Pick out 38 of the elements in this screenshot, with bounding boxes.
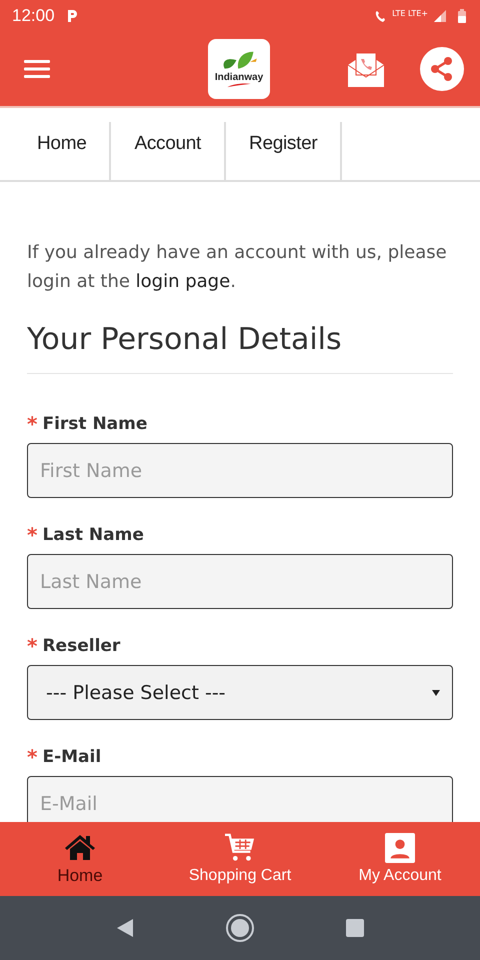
breadcrumb-link[interactable]: Register (226, 122, 342, 180)
home-icon (64, 832, 96, 862)
caret-icon (432, 690, 440, 696)
required-mark: * (27, 412, 38, 436)
required-mark: * (27, 745, 38, 769)
required-mark: * (27, 523, 38, 547)
input-field[interactable]: Last Name (27, 554, 453, 609)
section-title: Your Personal Details (27, 322, 453, 374)
parking-icon (66, 9, 79, 23)
login-link[interactable]: login page (136, 271, 230, 292)
intro-text: If you already have an account with us, please login at the login page. (27, 241, 448, 294)
battery-icon (458, 9, 466, 23)
menu-icon[interactable] (24, 59, 50, 79)
nav-tab[interactable]: Home (0, 822, 160, 896)
home-circle-icon[interactable] (225, 913, 255, 943)
share-icon[interactable] (420, 47, 464, 91)
breadcrumb-link[interactable]: Account (111, 122, 226, 180)
cart-icon (224, 833, 256, 863)
field-label: Last Name (42, 525, 144, 545)
logo[interactable]: Indianway (208, 39, 270, 99)
field-label: E-Mail (42, 747, 102, 767)
recents-icon[interactable] (345, 918, 365, 938)
signal-icon (434, 10, 446, 22)
required-mark: * (27, 634, 38, 658)
nav-tab[interactable]: Shopping Cart (160, 822, 320, 896)
status-time: 12:00 (12, 6, 55, 26)
select-field[interactable]: --- Please Select --- (27, 665, 453, 720)
breadcrumb-link[interactable]: Home (14, 122, 112, 180)
network-label: LTE LTE+ (392, 8, 428, 18)
logo-text: Indianway (214, 72, 264, 83)
field-label: Reseller (42, 636, 120, 656)
phone-icon (374, 10, 386, 22)
input-field[interactable]: First Name (27, 443, 453, 498)
account-icon (384, 833, 416, 863)
input-field[interactable]: E-Mail (27, 776, 453, 822)
field-label: First Name (42, 414, 148, 434)
back-icon[interactable] (115, 918, 135, 938)
nav-tab[interactable]: My Account (320, 822, 480, 896)
